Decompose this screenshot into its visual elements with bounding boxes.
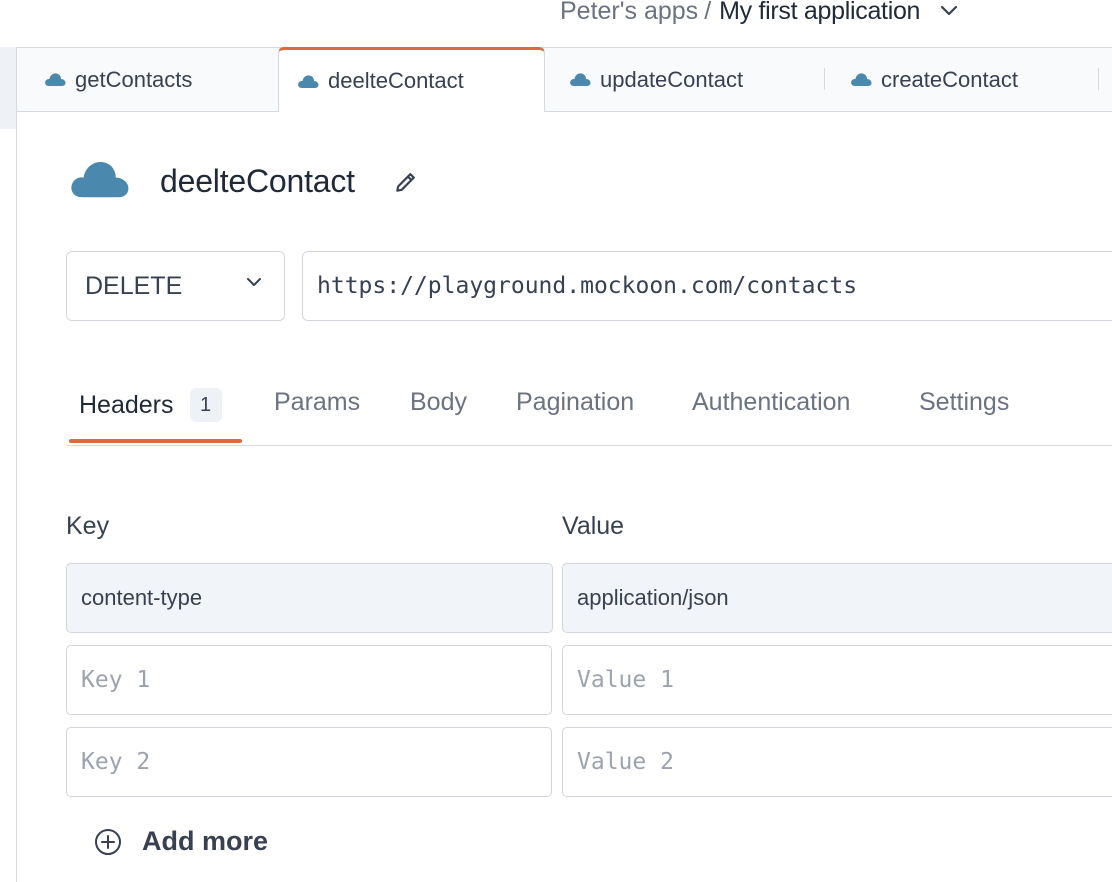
plus-circle-icon <box>94 828 122 856</box>
key-column-label: Key <box>66 512 110 540</box>
endpoint-tab-bar: getContacts deelteContact updateContact … <box>17 47 1112 112</box>
breadcrumb: Peter's apps / My first application <box>560 0 958 26</box>
tab-updatecontact[interactable]: updateContact <box>569 48 821 111</box>
url-input[interactable]: https://playground.mockoon.com/contacts <box>302 251 1112 321</box>
tab-label: createContact <box>881 66 1018 92</box>
request-config-tabs: Headers 1 Params Body Pagination Authent… <box>66 366 1112 446</box>
add-more-button[interactable]: Add more <box>94 826 268 857</box>
tab-createcontact[interactable]: createContact <box>850 48 1100 111</box>
url-input-value: https://playground.mockoon.com/contacts <box>317 273 858 299</box>
add-more-label: Add more <box>142 826 269 856</box>
breadcrumb-separator: / <box>704 0 712 25</box>
header-key-placeholder: Key 1 <box>81 667 151 693</box>
value-column-label: Value <box>562 512 625 540</box>
tab-pagination[interactable]: Pagination <box>516 388 634 417</box>
tab-divider <box>824 68 825 90</box>
chevron-down-icon[interactable] <box>940 5 958 17</box>
tab-divider <box>1098 68 1099 90</box>
method-select-value: DELETE <box>85 271 183 300</box>
header-key-placeholder: Key 2 <box>81 749 151 775</box>
tab-label: deelteContact <box>328 68 464 93</box>
pencil-icon[interactable] <box>393 169 419 195</box>
left-rail-selected-item[interactable] <box>0 47 16 129</box>
headers-count-badge: 1 <box>189 388 222 422</box>
header-key-value: content-type <box>81 585 203 610</box>
tab-label: Authentication <box>692 388 851 416</box>
header-value-placeholder: Value 2 <box>577 749 674 775</box>
chevron-down-icon <box>246 277 262 287</box>
breadcrumb-root[interactable]: Peter's apps <box>560 0 698 26</box>
active-tab-underline <box>69 439 242 443</box>
tab-headers[interactable]: Headers 1 <box>79 388 222 422</box>
cloud-icon <box>44 72 66 87</box>
header-value-placeholder: Value 1 <box>577 667 674 693</box>
tab-params[interactable]: Params <box>274 388 360 417</box>
tab-getcontacts[interactable]: getContacts <box>17 48 277 111</box>
tab-label: Headers <box>79 390 174 419</box>
header-key-field[interactable]: Key 1 <box>66 645 552 715</box>
tab-deeltecontact[interactable]: deelteContact <box>278 47 545 112</box>
tab-body[interactable]: Body <box>410 388 467 417</box>
header-value-field[interactable]: application/json <box>562 563 1112 633</box>
breadcrumb-app-name[interactable]: My first application <box>719 0 920 26</box>
cloud-icon <box>68 158 130 205</box>
tab-label: Pagination <box>516 388 635 416</box>
cloud-icon <box>297 74 319 89</box>
tab-label: Params <box>274 388 361 416</box>
tab-settings[interactable]: Settings <box>919 388 1009 417</box>
left-rail <box>0 47 17 882</box>
endpoint-header: deelteContact <box>68 158 419 205</box>
header-value-field[interactable]: Value 2 <box>562 727 1112 797</box>
header-value-field[interactable]: Value 1 <box>562 645 1112 715</box>
endpoint-title: deelteContact <box>160 163 355 199</box>
method-select[interactable]: DELETE <box>66 251 285 321</box>
header-value-value: application/json <box>577 585 729 610</box>
header-key-field[interactable]: content-type <box>66 563 553 633</box>
cloud-icon <box>850 72 872 87</box>
tab-label: Settings <box>919 388 1010 416</box>
header-key-field[interactable]: Key 2 <box>66 727 552 797</box>
tab-label: Body <box>410 388 467 416</box>
cloud-icon <box>569 72 591 87</box>
tab-authentication[interactable]: Authentication <box>692 388 850 417</box>
tab-label: getContacts <box>75 66 193 92</box>
tab-label: updateContact <box>600 66 744 92</box>
